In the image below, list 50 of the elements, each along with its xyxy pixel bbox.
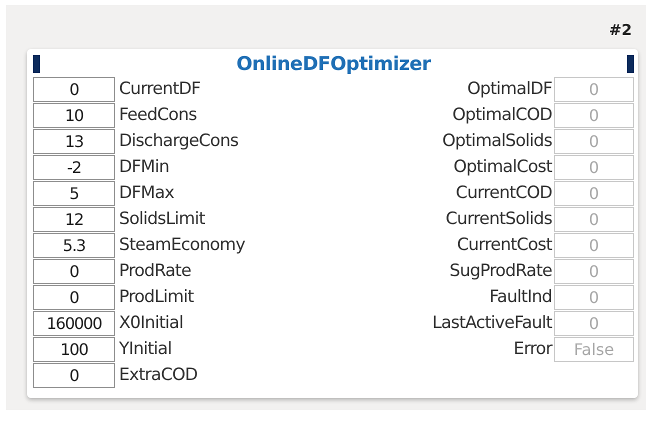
port-icon	[33, 55, 40, 73]
input-field[interactable]: 0	[33, 258, 115, 284]
port-label: Error	[514, 339, 552, 359]
port-label: OptimalCost	[454, 157, 552, 177]
port-label: ExtraCOD	[119, 365, 198, 385]
port-label: OptimalCOD	[452, 105, 552, 125]
output-field: 0	[554, 128, 634, 154]
input-field[interactable]: 13	[33, 128, 115, 154]
port-label: DFMin	[119, 157, 170, 177]
input-field[interactable]: 0	[33, 284, 115, 310]
port-label: CurrentCOD	[456, 183, 552, 203]
input-field[interactable]: 5.3	[33, 232, 115, 258]
input-field[interactable]: 0	[33, 362, 115, 388]
output-field: 0	[554, 284, 634, 310]
port-label: DFMax	[119, 183, 174, 203]
port-label: X0Initial	[119, 313, 184, 333]
output-field: 0	[554, 76, 634, 102]
input-field[interactable]: 5	[33, 180, 115, 206]
port-label: SugProdRate	[450, 261, 552, 281]
input-field[interactable]: 10	[33, 102, 115, 128]
port-label: CurrentDF	[119, 79, 200, 99]
port-label: SolidsLimit	[119, 209, 205, 229]
output-field: 0	[554, 232, 634, 258]
output-field: 0	[554, 206, 634, 232]
port-label: CurrentCost	[456, 235, 552, 255]
port-label: FaultInd	[489, 287, 552, 307]
port-label: YInitial	[119, 339, 172, 359]
port-icon	[627, 55, 634, 73]
port-label: FeedCons	[119, 105, 197, 125]
output-field: 0	[554, 102, 634, 128]
port-label: OptimalDF	[467, 79, 552, 99]
block-number: #2	[608, 21, 632, 41]
port-label: ProdRate	[119, 261, 191, 281]
port-label: LastActiveFault	[432, 313, 552, 333]
output-field: 0	[554, 310, 634, 336]
output-field: False	[554, 336, 634, 362]
port-label: CurrentSolids	[446, 209, 552, 229]
port-label: ProdLimit	[119, 287, 194, 307]
output-field: 0	[554, 154, 634, 180]
output-field: 0	[554, 180, 634, 206]
input-field[interactable]: -2	[33, 154, 115, 180]
input-field[interactable]: 0	[33, 76, 115, 102]
port-label: DischargeCons	[119, 131, 238, 151]
input-field[interactable]: 100	[33, 336, 115, 362]
port-label: OptimalSolids	[442, 131, 552, 151]
port-label: SteamEconomy	[119, 235, 245, 255]
output-field: 0	[554, 258, 634, 284]
input-field[interactable]: 12	[33, 206, 115, 232]
input-field[interactable]: 160000	[33, 310, 115, 336]
block-title: OnlineDFOptimizer	[236, 53, 431, 75]
